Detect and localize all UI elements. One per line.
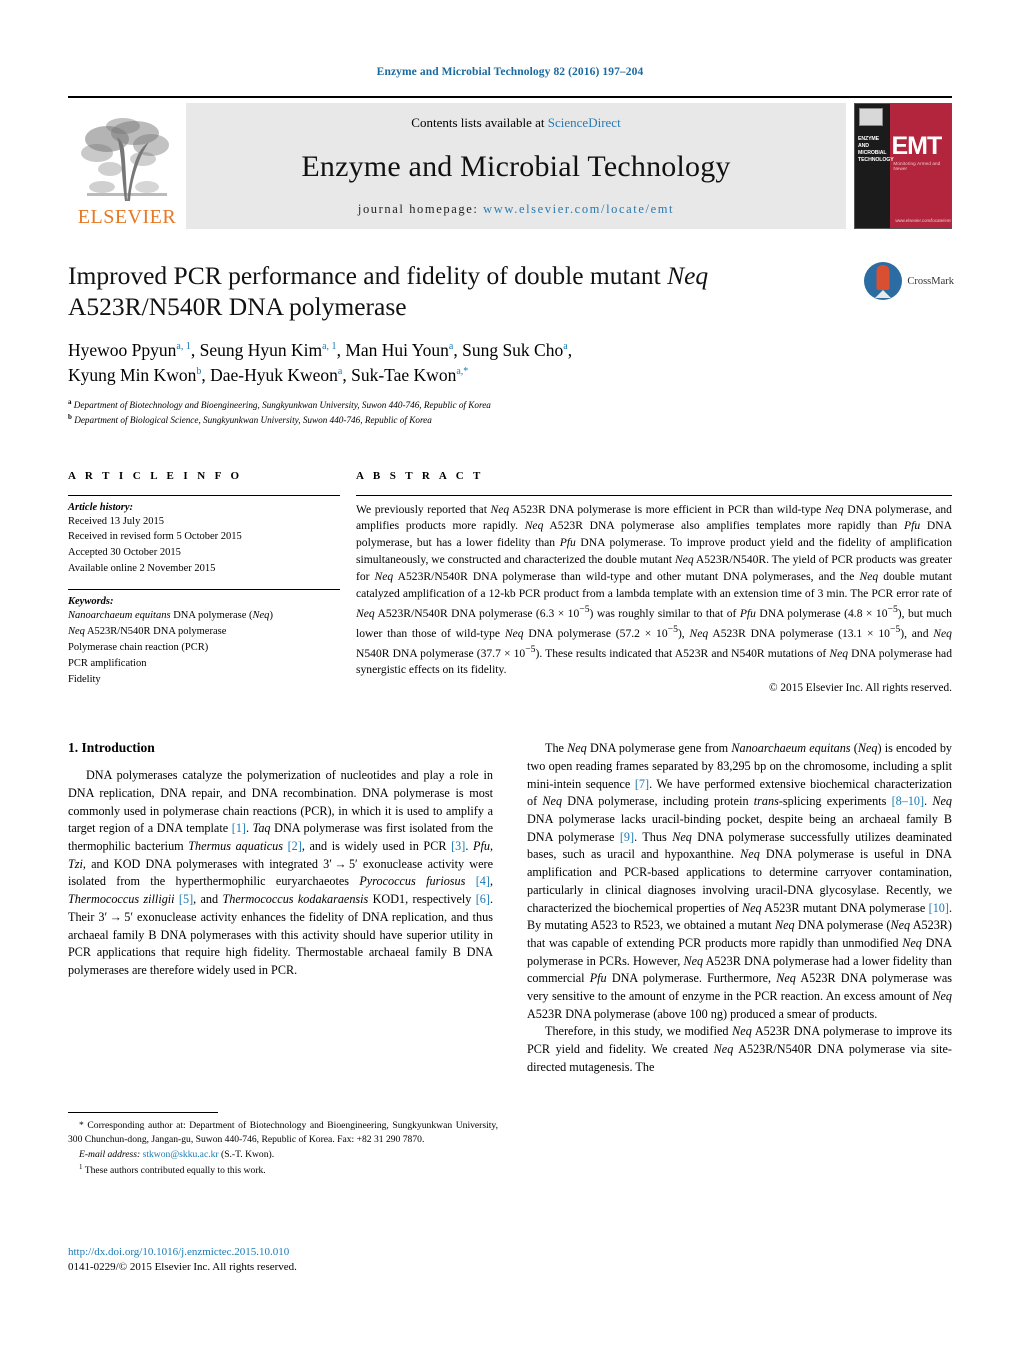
keywords-label: Keywords: [68,596,114,608]
contents-prefix: Contents lists available at [411,115,548,130]
history-item: Received in revised form 5 October 2015 [68,531,242,543]
cover-logo-box-icon [859,108,883,126]
abstract-heading: A B S T R A C T [356,469,484,482]
body-columns: 1. Introduction DNA polymerases catalyze… [68,740,952,1076]
cover-acronym: EMT [891,131,942,160]
body-left-column: 1. Introduction DNA polymerases catalyze… [68,740,493,1076]
journal-cover-thumbnail: ENZYME AND MICROBIAL TECHNOLOGY EMT Moni… [854,103,952,229]
history-item: Available online 2 November 2015 [68,563,216,575]
email-link[interactable]: stkwon@skku.ac.kr [143,1149,219,1160]
article-info-column: A R T I C L E I N F O Article history: R… [68,470,340,695]
title-line1-italic: Neq [667,261,709,290]
banner-center: Contents lists available at ScienceDirec… [186,103,846,229]
footnote-equal-contribution: 1 These authors contributed equally to t… [68,1162,498,1179]
author-2: Seung Hyun Kim [199,340,323,361]
title-line2: A523R/N540R DNA polymerase [68,292,407,322]
footnote-corresponding-author: * Corresponding author at: Department of… [68,1120,498,1146]
author-5: Kyung Min Kwon [68,365,197,386]
author-7-sup: a,* [456,366,469,378]
body-right-column: The Neq DNA polymerase gene from Nanoarc… [527,740,952,1076]
abstract-rule [356,494,952,496]
email-label: E-mail address: [79,1148,141,1160]
keyword-item: Nanoarchaeum equitans DNA polymerase (Ne… [68,610,273,622]
keyword-item: Neq A523R/N540R DNA polymerase [68,626,227,638]
homepage-prefix: journal homepage: [357,202,484,216]
journal-article-page: Enzyme and Microbial Technology 82 (2016… [0,0,1020,1351]
author-2-sup: a, 1 [322,341,337,353]
author-5-sup: b [196,366,202,378]
article-history-label: Article history: [68,501,134,513]
article-history-list: Received 13 July 2015 Received in revise… [68,514,340,578]
affiliation-a-marker: a [68,397,72,406]
elsevier-tree-icon [77,117,177,205]
keyword-item: Polymerase chain reaction (PCR) [68,642,209,654]
intro-paragraph-right-1: The Neq DNA polymerase gene from Nanoarc… [527,741,953,1021]
sciencedirect-link[interactable]: ScienceDirect [548,115,621,130]
cover-journal-name: ENZYME AND MICROBIAL TECHNOLOGY [858,136,894,164]
journal-homepage-line: journal homepage: www.elsevier.com/locat… [358,202,674,217]
keywords-rule [68,589,340,591]
journal-title: Enzyme and Microbial Technology [301,149,731,183]
info-abstract-row: A R T I C L E I N F O Article history: R… [68,469,952,695]
article-info-heading: A R T I C L E I N F O [68,469,243,482]
footnote-marker-1: 1 [79,1163,83,1172]
running-head: Enzyme and Microbial Technology 82 (2016… [376,66,644,78]
section-title-introduction: 1. Introduction [68,740,155,756]
author-1: Hyewoo Ppyun [68,340,177,361]
crossmark-badge[interactable]: CrossMark [864,262,954,300]
affiliation-b-text: Department of Biological Science, Sungky… [74,415,432,426]
author-1-sup: a, 1 [176,341,191,353]
footer-block: http://dx.doi.org/10.1016/j.enzmictec.20… [68,1245,508,1276]
keywords-list: Nanoarchaeum equitans DNA polymerase (Ne… [68,608,340,688]
affiliation-b-marker: b [68,413,72,422]
email-suffix: (S.-T. Kwon). [221,1148,275,1160]
abstract-text: We previously reported that Neq A523R DN… [356,502,952,677]
journal-homepage-link[interactable]: www.elsevier.com/locate/emt [483,202,674,216]
footnote-email: E-mail address: stkwon@skku.ac.kr (S.-T.… [68,1148,498,1162]
intro-paragraph-right-2: Therefore, in this study, we modified Ne… [527,1024,952,1074]
keyword-item: Fidelity [68,674,101,686]
author-6: Dae-Hyuk Kweon [210,365,338,386]
history-item: Received 13 July 2015 [68,515,164,527]
footnotes-block: * Corresponding author at: Department of… [68,1112,498,1179]
author-list: Hyewoo Ppyuna, 1, Seung Hyun Kima, 1, Ma… [68,340,573,386]
affiliation-a: a Department of Biotechnology and Bioeng… [68,397,952,412]
author-4-sup: a [563,341,568,353]
elsevier-logo: ELSEVIER [68,103,186,229]
journal-banner: ELSEVIER Contents lists available at Sci… [68,96,952,229]
page-title: Improved PCR performance and fidelity of… [68,260,828,322]
crossmark-label: CrossMark [907,275,954,287]
author-4: Sung Suk Cho [462,340,564,361]
affiliation-a-text: Department of Biotechnology and Bioengin… [73,399,491,410]
crossmark-icon [864,262,903,300]
author-6-sup: a [337,366,343,378]
abstract-copyright: © 2015 Elsevier Inc. All rights reserved… [768,682,952,695]
history-item: Accepted 30 October 2015 [68,547,181,559]
title-line1-pre: Improved PCR performance and fidelity of… [68,261,668,290]
author-3: Man Hui Youn [345,340,449,361]
equal-contribution-text: These authors contributed equally to thi… [84,1165,266,1177]
footnote-rule [68,1112,218,1113]
affiliation-b: b Department of Biological Science, Sung… [68,412,952,427]
author-3-sup: a [448,341,454,353]
author-7: Suk-Tae Kwon [351,365,457,386]
intro-paragraph-left: DNA polymerases catalyze the polymerizat… [68,768,493,977]
keyword-item: PCR amplification [68,658,147,670]
cover-url: www.elsevier.com/locate/emt [895,218,952,223]
abstract-column: A B S T R A C T We previously reported t… [340,469,952,695]
article-info-rule-top [68,494,340,496]
cover-tagline: Monitoring Armed and Newer [893,161,941,172]
issn-copyright: 0141-0229/© 2015 Elsevier Inc. All right… [68,1261,297,1274]
contents-list-line: Contents lists available at ScienceDirec… [411,115,620,131]
affiliations: a Department of Biotechnology and Bioeng… [68,397,952,428]
doi-link[interactable]: http://dx.doi.org/10.1016/j.enzmictec.20… [68,1245,508,1260]
elsevier-wordmark: ELSEVIER [77,206,177,228]
title-block: Improved PCR performance and fidelity of… [68,260,954,322]
